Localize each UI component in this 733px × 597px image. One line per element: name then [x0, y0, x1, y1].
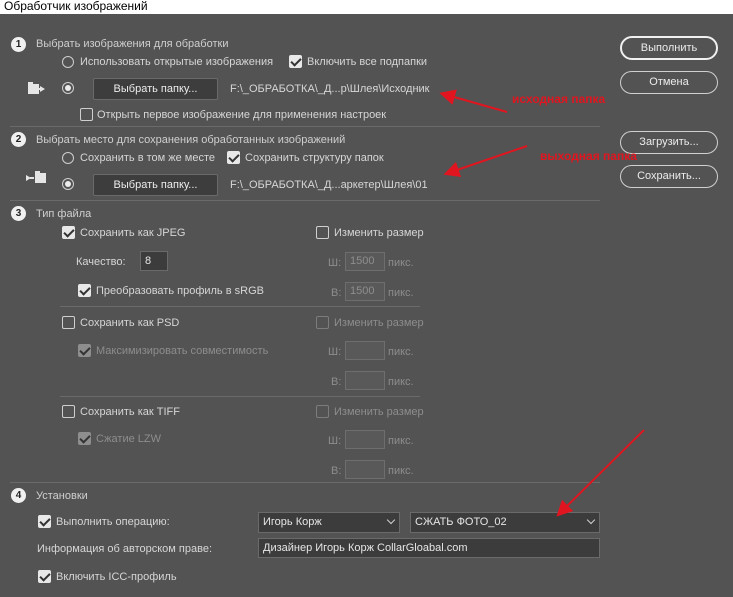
source-arrow — [439, 89, 508, 113]
output-arrow — [443, 145, 528, 177]
action-arrow — [556, 429, 645, 517]
annotation-arrows — [439, 89, 645, 517]
